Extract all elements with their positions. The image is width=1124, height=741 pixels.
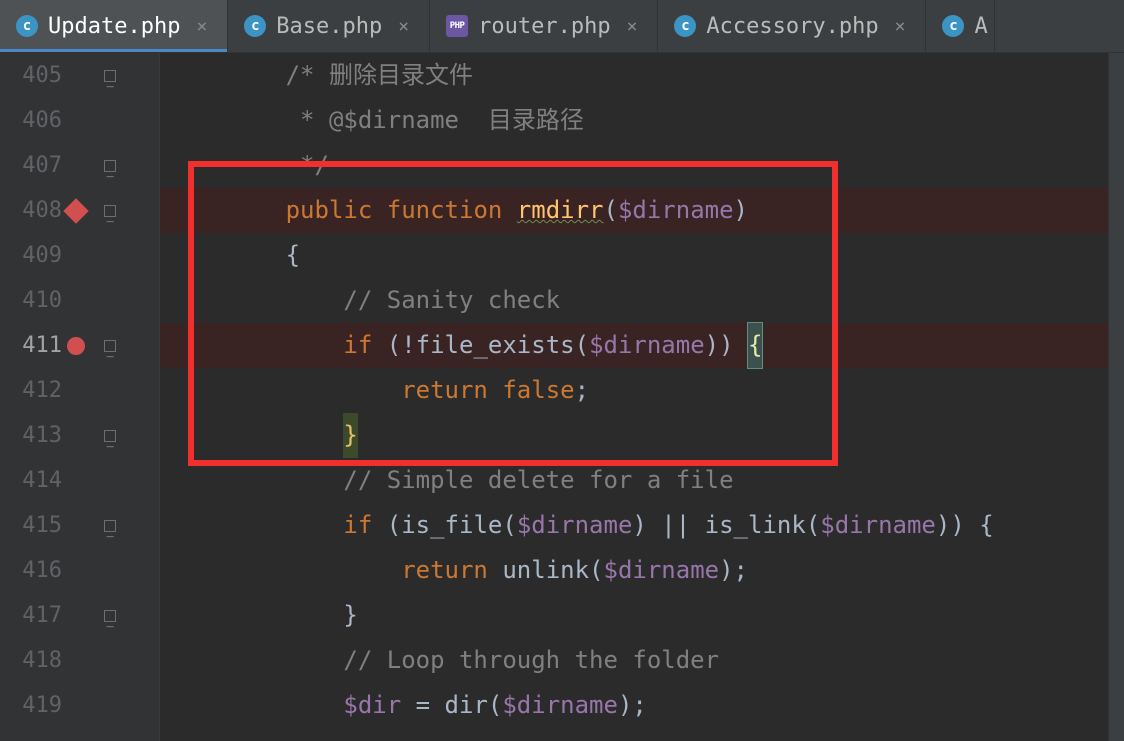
tab-router-php[interactable]: PHP router.php ×	[430, 0, 658, 52]
close-icon[interactable]: ×	[398, 16, 409, 37]
gutter-row[interactable]: 415	[0, 503, 159, 548]
class-icon: c	[674, 15, 696, 37]
tab-bar: c Update.php × c Base.php × PHP router.p…	[0, 0, 1124, 53]
close-icon[interactable]: ×	[627, 16, 638, 37]
gutter-row[interactable]: 416	[0, 548, 159, 593]
class-icon: c	[244, 15, 266, 37]
breakpoint-icon[interactable]	[67, 337, 85, 355]
line-number: 417	[10, 593, 62, 638]
fold-icon[interactable]	[104, 205, 116, 217]
code-line[interactable]: if (is_file($dirname) || is_link($dirnam…	[160, 503, 1124, 548]
gutter-row[interactable]: 418	[0, 638, 159, 683]
code-line[interactable]: // Simple delete for a file	[160, 458, 1124, 503]
gutter-row[interactable]: 405	[0, 53, 159, 98]
gutter-row[interactable]: 413	[0, 413, 159, 458]
code-line[interactable]: if (!file_exists($dirname)) {	[160, 323, 1124, 368]
vertical-scrollbar[interactable]	[1108, 53, 1124, 741]
tab-label: Accessory.php	[706, 14, 878, 39]
line-number: 418	[10, 638, 62, 683]
tab-truncated[interactable]: c A	[926, 0, 994, 52]
line-number: 412	[10, 368, 62, 413]
gutter-row[interactable]: 408	[0, 188, 159, 233]
close-icon[interactable]: ×	[895, 16, 906, 37]
line-number: 405	[10, 53, 62, 98]
tab-base-php[interactable]: c Base.php ×	[228, 0, 430, 52]
tab-update-php[interactable]: c Update.php ×	[0, 0, 228, 52]
gutter-row[interactable]: 419	[0, 683, 159, 728]
code-line[interactable]: {	[160, 233, 1124, 278]
line-number: 410	[10, 278, 62, 323]
fold-slot[interactable]	[90, 520, 130, 532]
code-line[interactable]: }	[160, 593, 1124, 638]
fold-slot[interactable]	[90, 70, 130, 82]
fold-slot[interactable]	[90, 430, 130, 442]
class-icon: c	[16, 15, 38, 37]
line-number: 411	[10, 323, 62, 368]
tab-label: router.php	[478, 14, 610, 39]
fold-slot[interactable]	[90, 205, 130, 217]
line-number: 413	[10, 413, 62, 458]
line-number: 407	[10, 143, 62, 188]
tab-accessory-php[interactable]: c Accessory.php ×	[658, 0, 926, 52]
breakpoint-slot[interactable]	[62, 202, 90, 220]
tab-label: Base.php	[276, 14, 382, 39]
line-number: 408	[10, 188, 62, 233]
gutter-row[interactable]: 414	[0, 458, 159, 503]
fold-icon[interactable]	[104, 610, 116, 622]
line-number: 419	[10, 683, 62, 728]
fold-icon[interactable]	[104, 430, 116, 442]
fold-icon[interactable]	[104, 340, 116, 352]
tab-label: A	[974, 14, 987, 39]
gutter-row[interactable]: 409	[0, 233, 159, 278]
line-number: 406	[10, 98, 62, 143]
code-line[interactable]: */	[160, 143, 1124, 188]
line-number: 409	[10, 233, 62, 278]
code-line[interactable]: $dir = dir($dirname);	[160, 683, 1124, 728]
fold-icon[interactable]	[104, 520, 116, 532]
code-line[interactable]: return unlink($dirname);	[160, 548, 1124, 593]
fold-slot[interactable]	[90, 340, 130, 352]
fold-slot[interactable]	[90, 160, 130, 172]
tab-label: Update.php	[48, 14, 180, 39]
line-number: 415	[10, 503, 62, 548]
close-icon[interactable]: ×	[196, 16, 207, 37]
code-line[interactable]: return false;	[160, 368, 1124, 413]
php-icon: PHP	[446, 15, 468, 37]
matched-brace: {	[748, 323, 762, 368]
breakpoint-slot[interactable]	[62, 337, 90, 355]
gutter-row[interactable]: 417	[0, 593, 159, 638]
editor: 405 406 407 408 409 410	[0, 53, 1124, 741]
breakpoint-icon[interactable]	[63, 198, 88, 223]
code-line[interactable]: // Sanity check	[160, 278, 1124, 323]
fold-icon[interactable]	[104, 70, 116, 82]
gutter-row[interactable]: 410	[0, 278, 159, 323]
code-pane[interactable]: /* 删除目录文件 * @$dirname 目录路径 */ public fun…	[160, 53, 1124, 741]
class-icon: c	[942, 15, 964, 37]
line-number: 414	[10, 458, 62, 503]
code-line[interactable]: /* 删除目录文件	[160, 53, 1124, 98]
gutter: 405 406 407 408 409 410	[0, 53, 160, 741]
gutter-row[interactable]: 406	[0, 98, 159, 143]
code-line[interactable]: * @$dirname 目录路径	[160, 98, 1124, 143]
matched-brace: }	[343, 413, 357, 458]
fold-slot[interactable]	[90, 610, 130, 622]
fold-icon[interactable]	[104, 160, 116, 172]
code-line[interactable]: public function rmdirr($dirname)	[160, 188, 1124, 233]
line-number: 416	[10, 548, 62, 593]
code-line[interactable]: // Loop through the folder	[160, 638, 1124, 683]
gutter-row[interactable]: 411	[0, 323, 159, 368]
gutter-row[interactable]: 407	[0, 143, 159, 188]
code-line[interactable]: }	[160, 413, 1124, 458]
gutter-row[interactable]: 412	[0, 368, 159, 413]
